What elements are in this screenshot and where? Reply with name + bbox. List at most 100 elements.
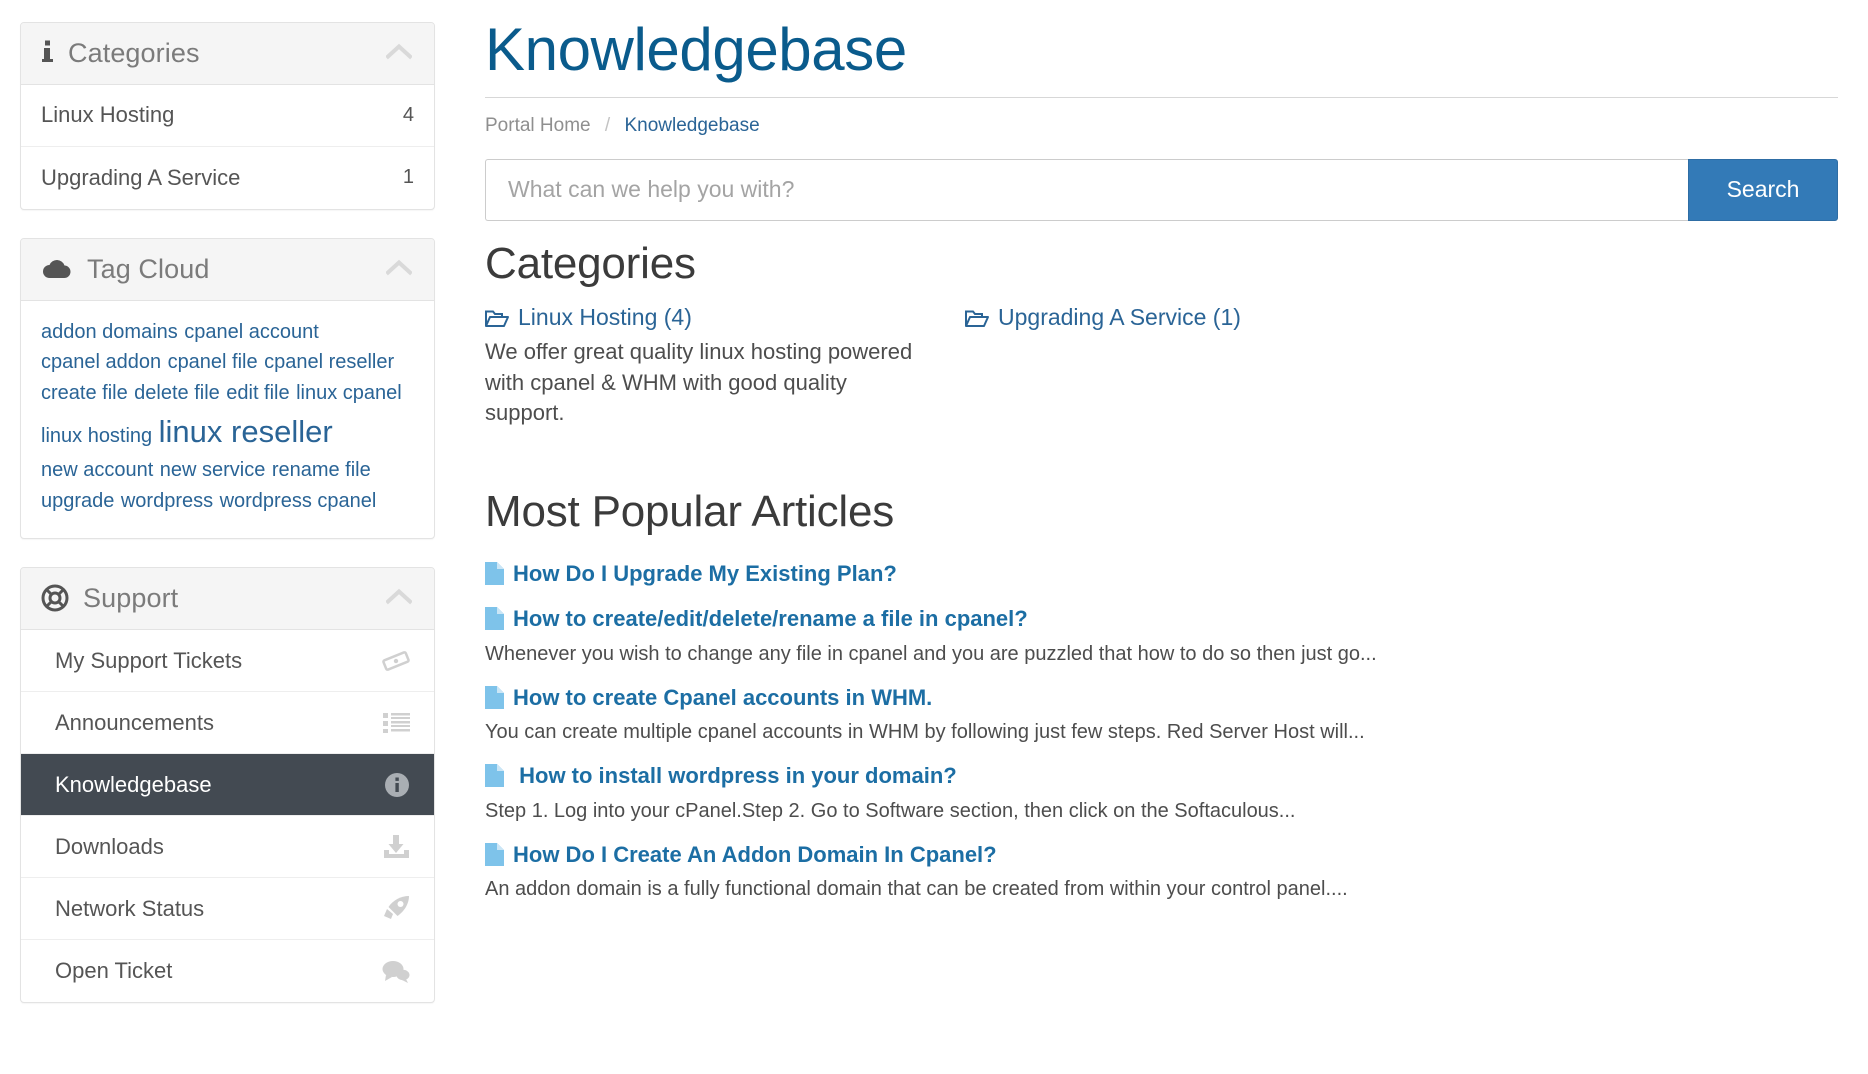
list-item: How to create Cpanel accounts in WHM. Yo…	[485, 684, 1838, 747]
tag-link[interactable]: linux hosting	[41, 425, 152, 447]
tag-link[interactable]: edit file	[226, 382, 289, 404]
download-icon	[383, 834, 410, 859]
tag-link[interactable]: upgrade	[41, 490, 114, 512]
categories-panel-title: Categories	[68, 37, 200, 68]
tag-link[interactable]: wordpress	[121, 490, 213, 512]
category-link-linux-hosting[interactable]: Linux Hosting (4)	[485, 303, 955, 332]
category-link-label: Upgrading A Service (1)	[998, 304, 1241, 331]
article-link[interactable]: How Do I Upgrade My Existing Plan?	[485, 560, 1838, 590]
tag-link[interactable]: create file	[41, 382, 128, 404]
file-icon	[485, 842, 504, 873]
article-snippet: An addon domain is a fully functional do…	[485, 878, 1348, 901]
tag-link[interactable]: new service	[160, 459, 266, 481]
article-title: How to create Cpanel accounts in WHM.	[513, 684, 933, 710]
sidebar-item-label: Network Status	[55, 895, 205, 921]
knowledgebase-page: Categories Linux Hosting 4 Upgrading A S…	[0, 0, 1868, 1074]
file-icon	[485, 685, 504, 716]
category-link-label: Linux Hosting (4)	[518, 304, 692, 331]
support-panel-header[interactable]: Support	[21, 568, 434, 631]
main-content: Knowledgebase Portal Home / Knowledgebas…	[455, 0, 1868, 1074]
category-label: Upgrading A Service	[41, 164, 241, 190]
category-label: Linux Hosting	[41, 102, 175, 127]
category-description: We offer great quality linux hosting pow…	[485, 338, 913, 426]
cloud-icon	[41, 258, 73, 280]
rocket-icon	[383, 895, 410, 922]
article-snippet: Whenever you wish to change any file in …	[485, 642, 1377, 665]
article-link[interactable]: How Do I Create An Addon Domain In Cpane…	[485, 841, 1838, 871]
categories-panel-header[interactable]: Categories	[21, 23, 434, 85]
categories-grid: Linux Hosting (4) We offer great quality…	[485, 303, 1838, 429]
sidebar-item-label: Downloads	[55, 833, 164, 859]
popular-articles-heading: Most Popular Articles	[485, 487, 895, 537]
article-title: How Do I Upgrade My Existing Plan?	[513, 560, 897, 586]
chevron-up-icon[interactable]	[385, 588, 413, 609]
breadcrumb-knowledgebase[interactable]: Knowledgebase	[624, 115, 759, 136]
list-item: How Do I Create An Addon Domain In Cpane…	[485, 841, 1838, 904]
tag-cloud-list: addon domains cpanel account cpanel addo…	[21, 301, 434, 538]
tag-link[interactable]: rename file	[272, 459, 371, 481]
article-link[interactable]: How to install wordpress in your domain?	[485, 762, 1838, 792]
support-nav-list: My Support Tickets Announcements Knowled…	[21, 630, 434, 1002]
sidebar: Categories Linux Hosting 4 Upgrading A S…	[0, 0, 455, 1074]
category-column: Linux Hosting (4) We offer great quality…	[485, 303, 955, 429]
chevron-up-icon[interactable]	[385, 259, 413, 280]
list-item[interactable]: Linux Hosting 4	[21, 85, 434, 147]
support-panel-title: Support	[83, 582, 179, 613]
life-ring-icon	[41, 584, 69, 612]
sidebar-item-knowledgebase[interactable]: Knowledgebase	[21, 754, 434, 817]
article-title: How to install wordpress in your domain?	[513, 763, 957, 789]
article-link[interactable]: How to create/edit/delete/rename a file …	[485, 605, 1838, 635]
tag-link[interactable]: cpanel addon	[41, 351, 161, 373]
categories-section-heading: Categories	[485, 238, 696, 288]
file-icon	[485, 764, 504, 794]
info-circle-icon	[384, 772, 410, 798]
file-icon	[485, 561, 504, 592]
sidebar-item-my-support-tickets[interactable]: My Support Tickets	[21, 630, 434, 693]
sidebar-item-label: My Support Tickets	[55, 647, 243, 673]
tag-link[interactable]: cpanel reseller	[264, 351, 394, 373]
support-panel: Support My Support Tickets Announcements	[20, 567, 435, 1004]
article-title: How to create/edit/delete/rename a file …	[513, 606, 1028, 632]
tag-link[interactable]: delete file	[134, 382, 220, 404]
sidebar-item-announcements[interactable]: Announcements	[21, 692, 434, 755]
category-count: 4	[402, 103, 414, 126]
article-link[interactable]: How to create Cpanel accounts in WHM.	[485, 684, 1838, 714]
sidebar-item-label: Open Ticket	[55, 958, 173, 984]
list-item: How to create/edit/delete/rename a file …	[485, 605, 1838, 668]
list-item: How Do I Upgrade My Existing Plan?	[485, 560, 1838, 590]
search-input[interactable]	[485, 158, 1688, 221]
ticket-icon	[382, 649, 410, 673]
breadcrumb-portal-home[interactable]: Portal Home	[485, 115, 591, 136]
list-item: How to install wordpress in your domain?…	[485, 762, 1838, 825]
sidebar-item-downloads[interactable]: Downloads	[21, 816, 434, 879]
tag-link[interactable]: linux reseller	[159, 414, 333, 449]
list-icon	[383, 712, 410, 734]
tag-link[interactable]: wordpress cpanel	[220, 490, 377, 512]
tag-link[interactable]: linux cpanel	[296, 382, 402, 404]
file-icon	[485, 607, 504, 637]
category-link-upgrading-a-service[interactable]: Upgrading A Service (1)	[965, 303, 1435, 332]
tag-link[interactable]: cpanel file	[168, 351, 258, 373]
chevron-up-icon[interactable]	[385, 43, 413, 64]
categories-list: Linux Hosting 4 Upgrading A Service 1	[21, 85, 434, 209]
sidebar-item-open-ticket[interactable]: Open Ticket	[21, 940, 434, 1002]
search-button[interactable]: Search	[1688, 158, 1838, 221]
tag-link[interactable]: addon domains	[41, 321, 178, 343]
tag-link[interactable]: cpanel account	[184, 321, 319, 343]
tag-cloud-panel: Tag Cloud addon domains cpanel account c…	[20, 238, 435, 540]
sidebar-item-label: Announcements	[55, 709, 214, 735]
article-title: How Do I Create An Addon Domain In Cpane…	[513, 841, 997, 867]
tag-link[interactable]: new account	[41, 459, 153, 481]
list-item[interactable]: Upgrading A Service 1	[21, 147, 434, 209]
categories-panel: Categories Linux Hosting 4 Upgrading A S…	[20, 22, 435, 210]
sidebar-item-network-status[interactable]: Network Status	[21, 878, 434, 941]
breadcrumb: Portal Home / Knowledgebase	[485, 98, 1838, 159]
article-snippet: Step 1. Log into your cPanel.Step 2. Go …	[485, 799, 1296, 822]
sidebar-item-label: Knowledgebase	[55, 771, 212, 797]
article-snippet: You can create multiple cpanel accounts …	[485, 721, 1365, 744]
breadcrumb-separator: /	[604, 114, 611, 136]
page-title: Knowledgebase	[485, 16, 907, 83]
tag-cloud-panel-header[interactable]: Tag Cloud	[21, 239, 434, 301]
info-icon	[41, 40, 54, 66]
search-bar: Search	[485, 158, 1838, 221]
